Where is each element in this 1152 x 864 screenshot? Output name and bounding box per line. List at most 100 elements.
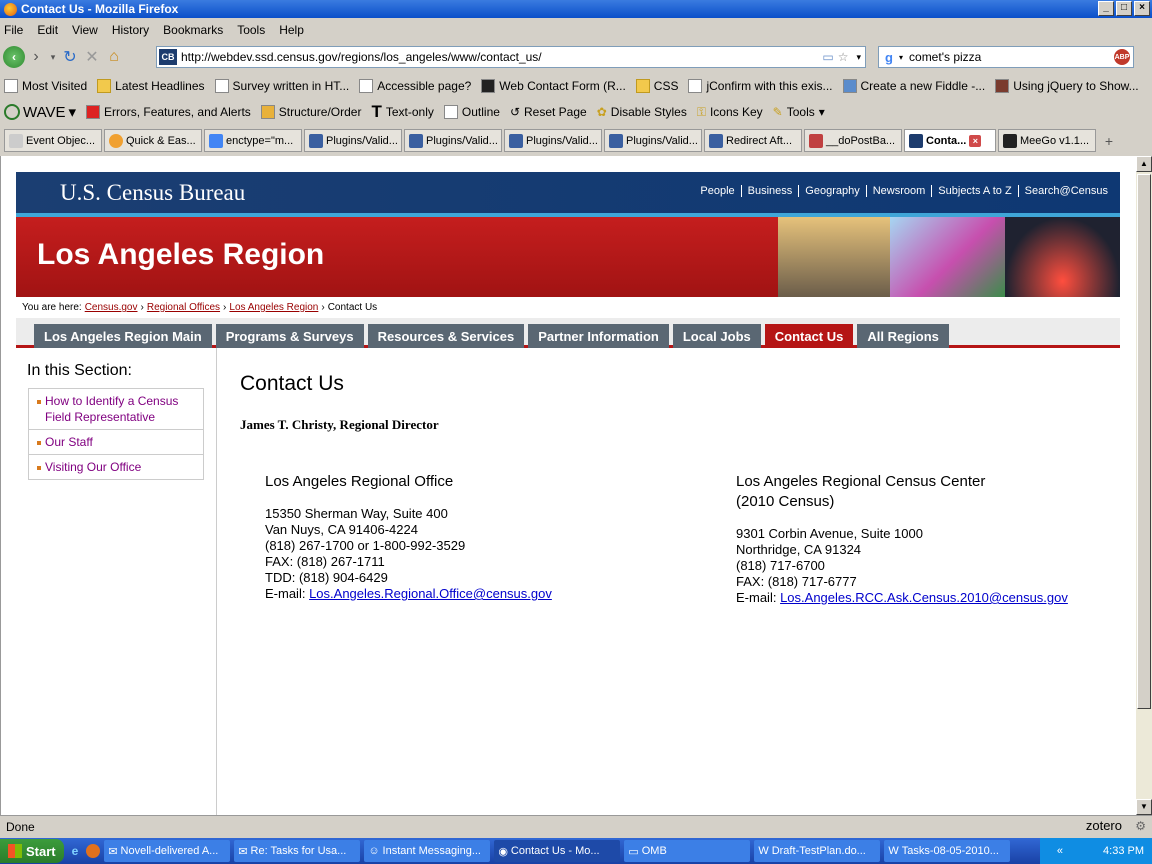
- tab-enctype[interactable]: enctype="m...: [204, 129, 302, 152]
- ie-icon[interactable]: e: [72, 844, 79, 858]
- taskbar-contact-us[interactable]: ◉ Contact Us - Mo...: [494, 840, 621, 862]
- menu-edit[interactable]: Edit: [37, 23, 58, 37]
- zotero-button[interactable]: zotero: [1086, 818, 1122, 833]
- wave-button[interactable]: WAVE ▾: [4, 103, 76, 121]
- breadcrumb-census-gov[interactable]: Census.gov: [85, 302, 138, 313]
- scroll-up-icon[interactable]: ▲: [1136, 156, 1152, 172]
- minimize-button[interactable]: _: [1098, 1, 1114, 16]
- bookmark-most-visited[interactable]: Most Visited: [4, 79, 87, 93]
- taskbar-novell[interactable]: ✉ Novell-delivered A...: [104, 840, 231, 862]
- topnav-business[interactable]: Business: [740, 185, 799, 197]
- nav-all-regions[interactable]: All Regions: [857, 324, 949, 348]
- scroll-down-icon[interactable]: ▼: [1136, 799, 1152, 815]
- search-bar[interactable]: g ▾ comet's pizza ⚲: [878, 46, 1134, 68]
- email-link[interactable]: Los.Angeles.Regional.Office@census.gov: [309, 586, 552, 601]
- star-icon[interactable]: ☆: [838, 50, 849, 64]
- topnav-geography[interactable]: Geography: [798, 185, 865, 197]
- bookmark-accessible-page[interactable]: Accessible page?: [359, 79, 471, 93]
- search-input[interactable]: comet's pizza: [909, 50, 1118, 64]
- tab-plugins-3[interactable]: Plugins/Valid...: [504, 129, 602, 152]
- bookmark-css[interactable]: CSS: [635, 79, 678, 93]
- url-dropdown-icon[interactable]: ▾: [856, 52, 861, 63]
- topnav-newsroom[interactable]: Newsroom: [865, 185, 932, 197]
- bookmark-survey[interactable]: Survey written in HT...: [214, 79, 349, 93]
- taskbar-tasks-doc[interactable]: W Tasks-08-05-2010...: [884, 840, 1011, 862]
- wave-text-only[interactable]: T Text-only: [371, 102, 433, 122]
- vertical-scrollbar[interactable]: ▲ ▼: [1136, 156, 1152, 815]
- taskbar-instant-messaging[interactable]: ☺ Instant Messaging...: [364, 840, 491, 862]
- taskbar-tasks[interactable]: ✉ Re: Tasks for Usa...: [234, 840, 361, 862]
- topnav-people[interactable]: People: [694, 185, 740, 197]
- resize-grip-icon[interactable]: ⚙: [1135, 819, 1146, 833]
- forward-button[interactable]: ›: [25, 46, 47, 68]
- wave-structure[interactable]: Structure/Order: [260, 105, 361, 119]
- wave-errors[interactable]: Errors, Features, and Alerts: [86, 105, 251, 119]
- topnav-subjects[interactable]: Subjects A to Z: [931, 185, 1017, 197]
- adblock-icon[interactable]: ABP: [1114, 49, 1130, 65]
- sidebar-item-our-staff[interactable]: Our Staff: [29, 430, 203, 455]
- tab-contact-us[interactable]: Conta... ×: [904, 129, 996, 152]
- back-button[interactable]: ‹: [3, 46, 25, 68]
- maximize-button[interactable]: □: [1116, 1, 1132, 16]
- scroll-thumb[interactable]: [1137, 174, 1151, 709]
- wave-icons-key[interactable]: ⚿ Icons Key: [697, 105, 763, 120]
- menu-history[interactable]: History: [112, 23, 149, 37]
- wave-tools[interactable]: ✎ Tools ▾: [773, 105, 825, 119]
- nav-region-main[interactable]: Los Angeles Region Main: [34, 324, 212, 348]
- start-button[interactable]: Start: [0, 839, 64, 863]
- topnav-search[interactable]: Search@Census: [1017, 185, 1114, 197]
- sidebar-item-identify-field-rep[interactable]: How to Identify a Census Field Represent…: [29, 389, 203, 430]
- close-button[interactable]: ×: [1134, 1, 1150, 16]
- census-icon: [909, 133, 923, 148]
- dropdown-icon[interactable]: ▾: [47, 46, 59, 68]
- tray-expand-icon[interactable]: «: [1057, 845, 1063, 857]
- bookmark-jquery-show[interactable]: Using jQuery to Show...: [995, 79, 1139, 93]
- taskbar-draft-testplan[interactable]: W Draft-TestPlan.do...: [754, 840, 881, 862]
- search-dropdown-icon[interactable]: ▾: [899, 53, 903, 62]
- tab-quick-easy[interactable]: Quick & Eas...: [104, 129, 202, 152]
- url-input[interactable]: http://webdev.ssd.census.gov/regions/los…: [181, 50, 822, 64]
- menu-view[interactable]: View: [72, 23, 98, 37]
- nav-local-jobs[interactable]: Local Jobs: [672, 324, 761, 348]
- bookmark-web-contact-form[interactable]: Web Contact Form (R...: [481, 79, 626, 93]
- wave-reset-page[interactable]: ↺ Reset Page: [510, 105, 587, 119]
- new-tab-icon[interactable]: +: [1098, 130, 1120, 152]
- census-logo[interactable]: U.S. Census Bureau: [60, 180, 245, 206]
- google-icon[interactable]: g: [879, 49, 899, 65]
- menu-bookmarks[interactable]: Bookmarks: [163, 23, 223, 37]
- menu-help[interactable]: Help: [279, 23, 304, 37]
- firefox-quicklaunch-icon[interactable]: [86, 844, 101, 858]
- tab-redirect[interactable]: Redirect Aft...: [704, 129, 802, 152]
- wave-disable-styles[interactable]: ✿ Disable Styles: [597, 105, 687, 119]
- bookmark-latest-headlines[interactable]: Latest Headlines: [97, 79, 205, 93]
- taskbar-omb[interactable]: ▭ OMB: [624, 840, 751, 862]
- menu-file[interactable]: File: [4, 23, 23, 37]
- close-tab-icon[interactable]: ×: [969, 134, 982, 147]
- bookmark-jsfiddle[interactable]: Create a new Fiddle -...: [842, 79, 985, 93]
- reload-icon[interactable]: ↻: [59, 46, 81, 68]
- home-icon[interactable]: ⌂: [103, 46, 125, 68]
- tab-plugins-1[interactable]: Plugins/Valid...: [304, 129, 402, 152]
- nav-partner-information[interactable]: Partner Information: [528, 324, 669, 348]
- bookmark-jconfirm[interactable]: jConfirm with this exis...: [688, 79, 833, 93]
- site-favicon: CB: [159, 49, 177, 65]
- url-bar[interactable]: CB http://webdev.ssd.census.gov/regions/…: [156, 46, 866, 68]
- wave-outline[interactable]: Outline: [443, 105, 500, 119]
- tab-event-object[interactable]: Event Objec...: [4, 129, 102, 152]
- stop-icon[interactable]: ✕: [81, 46, 103, 68]
- jquery-icon: [309, 133, 323, 148]
- tab-plugins-2[interactable]: Plugins/Valid...: [404, 129, 502, 152]
- tab-plugins-4[interactable]: Plugins/Valid...: [604, 129, 702, 152]
- menu-tools[interactable]: Tools: [237, 23, 265, 37]
- tab-meego[interactable]: MeeGo v1.1...: [998, 129, 1096, 152]
- breadcrumb-los-angeles[interactable]: Los Angeles Region: [229, 302, 318, 313]
- nav-programs-surveys[interactable]: Programs & Surveys: [215, 324, 364, 348]
- breadcrumb-regional-offices[interactable]: Regional Offices: [147, 302, 220, 313]
- tab-dopostback[interactable]: __doPostBa...: [804, 129, 902, 152]
- w-icon: [809, 133, 823, 148]
- email-link[interactable]: Los.Angeles.RCC.Ask.Census.2010@census.g…: [780, 590, 1068, 605]
- nav-resources-services[interactable]: Resources & Services: [367, 324, 525, 348]
- nav-contact-us[interactable]: Contact Us: [764, 324, 854, 348]
- page-icon: [4, 79, 18, 93]
- sidebar-item-visiting-office[interactable]: Visiting Our Office: [29, 455, 203, 479]
